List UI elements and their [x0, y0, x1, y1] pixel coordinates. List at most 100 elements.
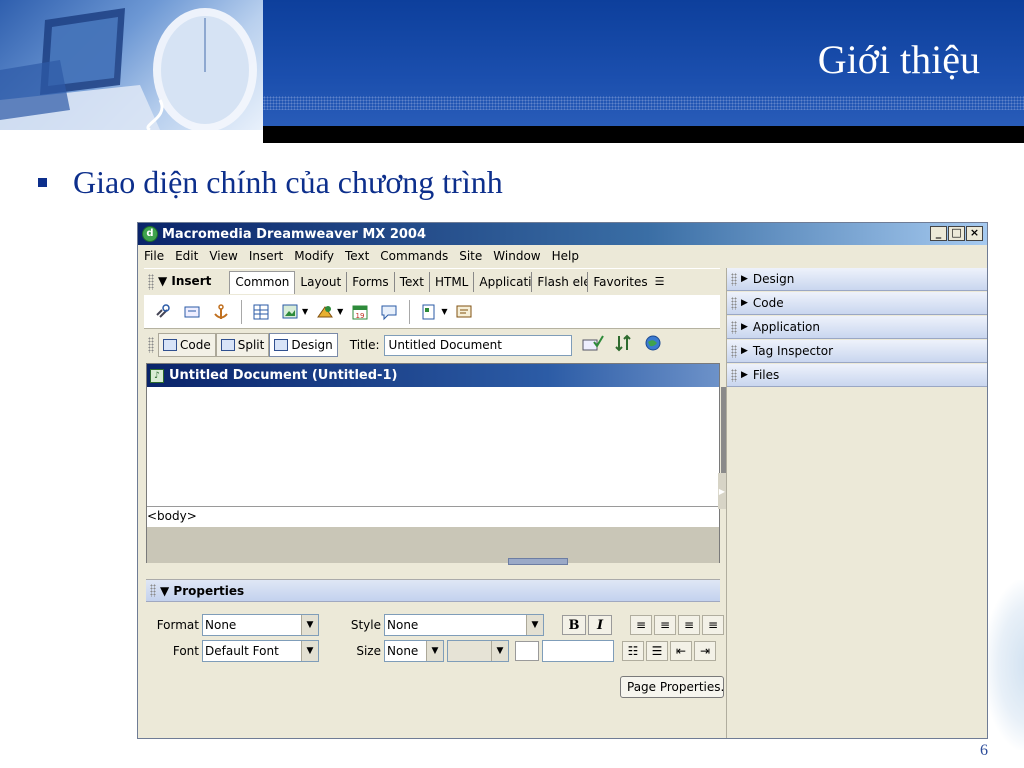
tab-forms[interactable]: Forms [347, 272, 395, 292]
menu-site[interactable]: Site [459, 249, 482, 263]
window-titlebar[interactable]: d Macromedia Dreamweaver MX 2004 _ □ × [138, 223, 987, 245]
page-properties-button[interactable]: Page Properties... [620, 676, 724, 698]
dreamweaver-window: d Macromedia Dreamweaver MX 2004 _ □ × F… [137, 222, 988, 739]
bullet-text: Giao diện chính của chương trình [73, 164, 503, 200]
validate-icon[interactable] [582, 334, 604, 356]
outdent-button[interactable]: ⇤ [670, 641, 692, 661]
unordered-list-button[interactable]: ☷ [622, 641, 644, 661]
tab-flash-elements[interactable]: Flash ele [532, 272, 589, 292]
named-anchor-icon[interactable] [212, 303, 230, 321]
panel-tag-inspector[interactable]: ▶ Tag Inspector [727, 340, 987, 363]
comment-icon[interactable] [380, 303, 398, 321]
header-black-bar [263, 126, 1024, 143]
document-title-input[interactable] [383, 334, 572, 356]
size-unit-select[interactable]: ▼ [447, 640, 509, 662]
menu-help[interactable]: Help [552, 249, 579, 263]
insert-bar-label[interactable]: ▼ Insert [158, 274, 211, 288]
font-select[interactable]: Default Font ▼ [202, 640, 319, 662]
expand-triangle-icon: ▶ [741, 346, 748, 356]
menu-modify[interactable]: Modify [294, 249, 334, 263]
grip-handle-icon[interactable] [731, 296, 737, 310]
side-panels: ▶ Design ▶ Code ▶ Application ▶ Tag Insp… [726, 268, 987, 738]
menu-insert[interactable]: Insert [249, 249, 283, 263]
panel-code[interactable]: ▶ Code [727, 292, 987, 315]
tab-text[interactable]: Text [395, 272, 430, 292]
panel-application[interactable]: ▶ Application [727, 316, 987, 339]
grip-handle-icon[interactable] [731, 368, 737, 382]
code-view-button[interactable]: Code [158, 333, 216, 357]
italic-button[interactable]: I [588, 615, 612, 635]
insert-icon-row: ▼ ▼ 19 ▼ [144, 295, 720, 329]
grip-handle-icon[interactable] [731, 344, 737, 358]
properties-title: ▼ Properties [160, 583, 245, 598]
preview-browser-icon[interactable] [644, 334, 662, 356]
align-center-button[interactable]: ≡ [654, 615, 676, 635]
tab-favorites[interactable]: Favorites [588, 272, 652, 292]
media-icon[interactable] [316, 303, 334, 321]
split-view-button[interactable]: Split [215, 333, 270, 357]
tab-layout[interactable]: Layout [295, 272, 348, 292]
split-view-label: Split [237, 338, 265, 352]
panel-resize-handle[interactable] [508, 558, 568, 565]
design-view-button[interactable]: Design [269, 333, 338, 357]
panel-files[interactable]: ▶ Files [727, 364, 987, 387]
chevron-down-icon: ▼ [526, 615, 543, 635]
align-left-button[interactable]: ≡ [630, 615, 652, 635]
insert-options-menu-icon[interactable]: ☰ [655, 275, 665, 288]
tab-common[interactable]: Common [229, 271, 296, 294]
style-select[interactable]: None ▼ [384, 614, 544, 636]
outdent-icon: ⇤ [675, 644, 687, 658]
grip-handle-icon[interactable] [148, 274, 154, 290]
header-dot-pattern [263, 96, 1024, 110]
document-titlebar[interactable]: ♪ Untitled Document (Untitled-1) [147, 364, 719, 387]
image-icon[interactable] [281, 303, 299, 321]
menu-window[interactable]: Window [493, 249, 540, 263]
svg-text:19: 19 [356, 312, 365, 320]
hyperlink-icon[interactable] [154, 303, 172, 321]
expand-triangle-icon: ▶ [741, 274, 748, 284]
email-link-icon[interactable] [183, 303, 201, 321]
grip-handle-icon[interactable] [150, 584, 156, 597]
text-color-picker[interactable] [515, 641, 539, 661]
font-label: Font [172, 644, 199, 658]
indent-button[interactable]: ⇥ [694, 641, 716, 661]
maximize-button[interactable]: □ [948, 226, 965, 241]
ordered-list-button[interactable]: ☰ [646, 641, 668, 661]
media-dropdown-arrow-icon[interactable]: ▼ [337, 307, 343, 316]
menu-commands[interactable]: Commands [380, 249, 448, 263]
document-footer [147, 527, 719, 563]
tag-chooser-icon[interactable] [455, 303, 473, 321]
close-button[interactable]: × [966, 226, 983, 241]
properties-row-2: Font Default Font ▼ Size None ▼ ▼ ☷ ☰ ⇤ … [146, 639, 718, 663]
image-dropdown-arrow-icon[interactable]: ▼ [302, 307, 308, 316]
justify-button[interactable]: ≡ [702, 615, 724, 635]
tab-application[interactable]: Applicati [474, 272, 533, 292]
panel-files-label: Files [752, 368, 780, 382]
templates-dropdown-arrow-icon[interactable]: ▼ [441, 307, 447, 316]
menu-view[interactable]: View [209, 249, 237, 263]
menu-file[interactable]: File [144, 249, 164, 263]
panel-splitter-handle[interactable]: ▶ [718, 473, 726, 509]
bullet-item: Giao diện chính của chương trình [38, 164, 503, 201]
table-icon[interactable] [252, 303, 270, 321]
bold-button[interactable]: B [562, 615, 586, 635]
format-select[interactable]: None ▼ [202, 614, 319, 636]
text-color-input[interactable] [542, 640, 614, 662]
menu-edit[interactable]: Edit [175, 249, 198, 263]
properties-header[interactable]: ▼ Properties [146, 580, 720, 602]
minimize-button[interactable]: _ [930, 226, 947, 241]
tag-body[interactable]: <body> [147, 509, 197, 523]
panel-code-label: Code [752, 296, 784, 310]
menu-text[interactable]: Text [345, 249, 369, 263]
panel-design[interactable]: ▶ Design [727, 268, 987, 291]
grip-handle-icon[interactable] [731, 320, 737, 334]
code-view-icon [163, 339, 177, 351]
align-right-button[interactable]: ≡ [678, 615, 700, 635]
templates-icon[interactable] [420, 303, 438, 321]
date-icon[interactable]: 19 [351, 303, 369, 321]
grip-handle-icon[interactable] [731, 272, 737, 286]
size-select[interactable]: None ▼ [384, 640, 444, 662]
file-management-icon[interactable] [614, 334, 634, 356]
tab-html[interactable]: HTML [430, 272, 475, 292]
grip-handle-icon[interactable] [148, 337, 154, 353]
